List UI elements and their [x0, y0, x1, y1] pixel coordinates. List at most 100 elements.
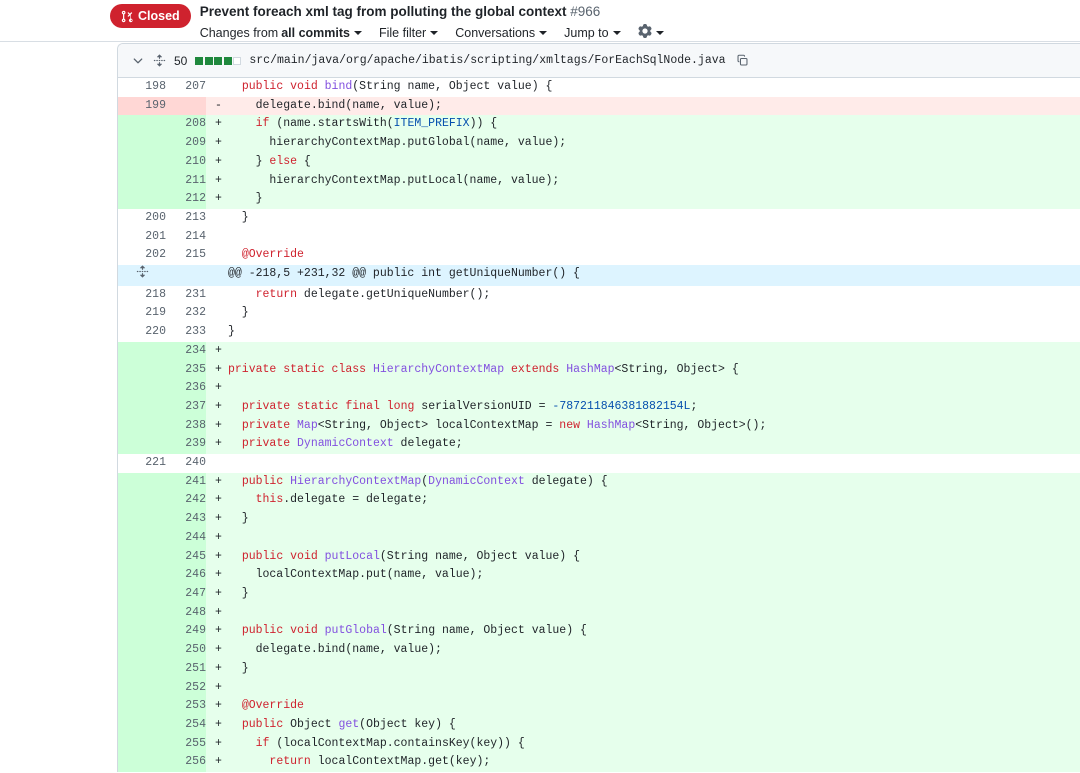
line-number-new: 235 [166, 360, 206, 380]
diff-line-row: 198 207 public void bind(String name, Obj… [118, 78, 1080, 97]
line-number-old [118, 734, 166, 754]
code-line: + } else { [206, 152, 1080, 172]
diff-line-row: 249 + public void putGlobal(String name, … [118, 622, 1080, 642]
hunk-expand-icon[interactable] [136, 265, 149, 278]
diff-line-row: 239 + private DynamicContext delegate; [118, 435, 1080, 455]
code-line [206, 454, 1080, 473]
line-number-new: 215 [166, 246, 206, 266]
line-number-old: 218 [118, 285, 166, 305]
code-line: } [206, 323, 1080, 342]
diffstat-square [204, 56, 213, 65]
diff-container: 50 src/main/java/org/apache/ibatis/scrip… [117, 43, 1080, 773]
code-line: + [206, 603, 1080, 623]
diff-marker: + [215, 362, 222, 376]
line-number-old [118, 697, 166, 716]
line-number-new: 211 [166, 171, 206, 191]
diff-line-row: 219 232 } [118, 304, 1080, 324]
code-line: @@ -218,5 +231,32 @@ public int getUniqu… [206, 265, 1080, 286]
file-diff-card: 50 src/main/java/org/apache/ibatis/scrip… [117, 43, 1080, 773]
diff-line-row: 247 + } [118, 584, 1080, 604]
code-line: + } [206, 190, 1080, 209]
diff-line-row: 252 + [118, 678, 1080, 698]
diffstat-count: 50 [174, 53, 188, 68]
code-line: + private static class HierarchyContextMa… [206, 360, 1080, 380]
diff-line-row: 254 + public Object get(Object key) { [118, 715, 1080, 735]
line-number-old [118, 491, 166, 511]
line-number-new: 245 [166, 547, 206, 567]
line-number-new: 244 [166, 528, 206, 548]
diff-marker: + [215, 117, 222, 131]
diff-line-row: 251 + } [118, 659, 1080, 679]
line-number-new: 246 [166, 566, 206, 585]
diff-marker: + [215, 381, 222, 395]
pr-title-text: Prevent foreach xml tag from polluting t… [199, 4, 567, 19]
diff-line-row: 243 + } [118, 510, 1080, 529]
line-number-old [118, 152, 166, 172]
unfold-icon[interactable] [153, 54, 166, 67]
diff-line-row: 255 + if (localContextMap.containsKey(key… [118, 734, 1080, 754]
diff-line-row: 201 214 [118, 227, 1080, 247]
line-number-new: 242 [166, 491, 206, 511]
diff-line-row: 242 + this.delegate = delegate; [118, 491, 1080, 511]
chevron-down-icon [353, 31, 362, 35]
changes-from-value: all commits [281, 26, 350, 40]
diff-line-row: 246 + localContextMap.put(name, value); [118, 566, 1080, 585]
chevron-down-icon [539, 31, 548, 35]
diff-line-row: 211 + hierarchyContextMap.putLocal(name, … [118, 171, 1080, 191]
line-number-old: 201 [118, 227, 166, 247]
changes-from-dropdown[interactable]: Changes from all commits [200, 25, 362, 41]
diff-marker: + [215, 661, 222, 675]
diffstat-square [195, 56, 204, 65]
diff-marker: + [215, 643, 222, 657]
diff-marker: + [215, 717, 222, 731]
line-number-new: 207 [166, 78, 206, 97]
chevron-down-icon [612, 31, 621, 35]
diff-marker: + [215, 512, 222, 526]
line-number-new: 255 [166, 734, 206, 754]
line-number-old [118, 341, 166, 361]
code-line: + if (name.startsWith(ITEM_PREFIX)) { [206, 115, 1080, 135]
diff-line-row: 245 + public void putLocal(String name, O… [118, 547, 1080, 567]
diff-marker: + [215, 173, 222, 187]
diff-marker: + [215, 736, 222, 750]
line-number-new: 208 [166, 115, 206, 135]
file-path[interactable]: src/main/java/org/apache/ibatis/scriptin… [249, 54, 725, 67]
diff-settings-button[interactable] [638, 24, 664, 42]
line-number-old [118, 397, 166, 417]
diff-line-row: 234 + [118, 341, 1080, 361]
code-line: - delegate.bind(name, value); [206, 96, 1080, 116]
line-number-new: 240 [166, 454, 206, 473]
diff-marker: + [215, 530, 222, 544]
line-number-old [118, 171, 166, 191]
diff-line-row: 250 + delegate.bind(name, value); [118, 641, 1080, 660]
line-number-old [118, 510, 166, 529]
code-line [206, 227, 1080, 247]
code-line: + } [206, 584, 1080, 604]
diff-marker: + [215, 624, 222, 638]
jump-to-dropdown[interactable]: Jump to [564, 25, 621, 41]
line-number-old [118, 715, 166, 735]
conversations-dropdown[interactable]: Conversations [455, 25, 548, 41]
copy-icon[interactable] [736, 54, 749, 67]
line-number-new: 247 [166, 584, 206, 604]
diff-marker: + [215, 418, 222, 432]
diff-line-row: 221 240 [118, 454, 1080, 473]
line-number-new: 233 [166, 323, 206, 342]
diff-marker: + [215, 549, 222, 563]
file-filter-dropdown[interactable]: File filter [379, 25, 439, 41]
line-number-old [118, 584, 166, 604]
diffstat-bar [195, 56, 242, 65]
line-number-old [118, 360, 166, 380]
line-number-old[interactable] [118, 265, 166, 286]
line-number-old [118, 528, 166, 548]
line-number-old [118, 547, 166, 567]
line-number-new [166, 96, 206, 116]
diff-marker: + [215, 680, 222, 694]
line-number-old [118, 659, 166, 679]
line-number-old [118, 190, 166, 209]
code-line: + [206, 678, 1080, 698]
diff-line-row: 238 + private Map<String, Object> localCo… [118, 416, 1080, 436]
chevron-down-icon [655, 31, 664, 35]
line-number-new: 209 [166, 134, 206, 153]
chevron-down-icon[interactable] [131, 54, 145, 68]
